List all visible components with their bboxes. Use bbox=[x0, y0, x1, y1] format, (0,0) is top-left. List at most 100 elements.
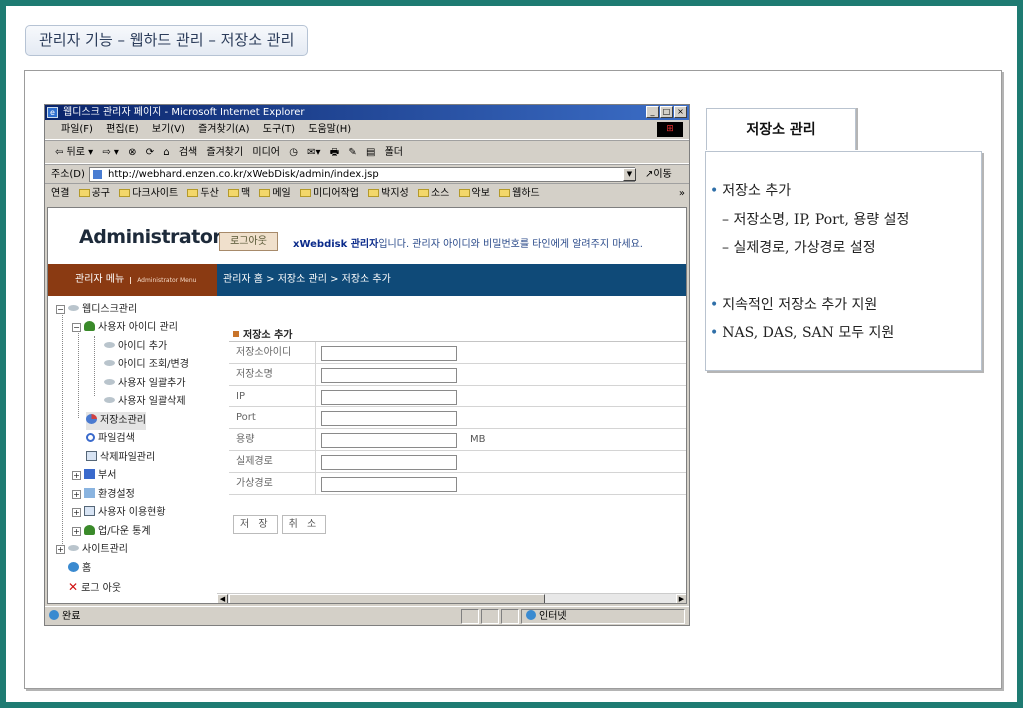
refresh-icon[interactable]: ⟳ bbox=[146, 147, 154, 158]
minimize-button[interactable]: _ bbox=[646, 106, 659, 118]
real-path-input[interactable] bbox=[321, 454, 457, 470]
tree-item-webdisk[interactable]: − 웹디스크관리 bbox=[56, 301, 137, 319]
bullet-text: 저장소 추가 bbox=[722, 183, 792, 199]
link-item[interactable]: 악보 bbox=[458, 188, 490, 199]
logout-button[interactable]: 로그아웃 bbox=[219, 232, 278, 251]
tree-item-settings[interactable]: + 환경설정 bbox=[72, 486, 135, 504]
folder-icon bbox=[458, 189, 470, 197]
tree-connector bbox=[62, 310, 63, 554]
folders-button[interactable]: 폴더 bbox=[385, 147, 403, 158]
favorites-button[interactable]: 즐겨찾기 bbox=[206, 147, 243, 158]
tree-item-user-bulk-add[interactable]: 사용자 일괄추가 bbox=[104, 375, 186, 393]
link-item[interactable]: 두산 bbox=[187, 188, 219, 199]
field-label: IP bbox=[229, 385, 316, 407]
tree-item-site-mgmt[interactable]: + 사이트관리 bbox=[56, 541, 128, 559]
chevron-right-icon[interactable]: » bbox=[679, 184, 685, 204]
status-cell bbox=[481, 609, 499, 624]
go-button[interactable]: ↗이동 bbox=[645, 165, 672, 184]
port-input[interactable] bbox=[321, 411, 457, 427]
disk-icon bbox=[68, 305, 79, 311]
tree-item-department[interactable]: + 부서 bbox=[72, 467, 116, 485]
tree-item-logout[interactable]: ✕ 로그 아웃 bbox=[68, 578, 121, 596]
collapse-icon[interactable]: − bbox=[56, 305, 65, 314]
form-row-ip: IP bbox=[229, 385, 686, 408]
media-button[interactable]: 미디어 bbox=[252, 147, 280, 158]
storage-id-input[interactable] bbox=[321, 346, 457, 361]
tree-label: 아이디 추가 bbox=[118, 341, 168, 352]
folder-icon bbox=[299, 189, 311, 197]
tree-item-user-id-mgmt[interactable]: − 사용자 아이디 관리 bbox=[72, 319, 178, 337]
bullet-text: 지속적인 저장소 추가 지원 bbox=[722, 297, 878, 313]
cancel-button[interactable]: 취 소 bbox=[281, 515, 327, 534]
address-bar: 주소(D) http://webhard.enzen.co.kr/xWebDis… bbox=[45, 164, 689, 183]
menu-edit[interactable]: 편집(E) bbox=[106, 124, 139, 135]
tree-item-user-bulk-delete[interactable]: 사용자 일괄삭제 bbox=[104, 393, 186, 411]
stop-icon[interactable]: ⊗ bbox=[128, 147, 136, 158]
link-item[interactable]: 소스 bbox=[417, 188, 449, 199]
horizontal-scrollbar[interactable]: ◀ ▶ bbox=[217, 593, 686, 603]
tree-item-storage-mgmt[interactable]: 저장소관리 bbox=[86, 412, 146, 430]
address-input[interactable]: http://webhard.enzen.co.kr/xWebDisk/admi… bbox=[89, 167, 635, 182]
close-button[interactable]: × bbox=[674, 106, 687, 118]
menu-help[interactable]: 도움말(H) bbox=[308, 124, 351, 135]
menu-view[interactable]: 보기(V) bbox=[152, 124, 185, 135]
tree-item-updown-stats[interactable]: + 업/다운 통계 bbox=[72, 523, 151, 541]
tree-item-user-usage[interactable]: + 사용자 이용현황 bbox=[72, 504, 166, 522]
close-icon: ✕ bbox=[68, 580, 79, 594]
menu-favorites[interactable]: 즐겨찾기(A) bbox=[198, 124, 249, 135]
link-item[interactable]: 미디어작업 bbox=[299, 188, 359, 199]
menu-bar: 파일(F) 편집(E) 보기(V) 즐겨찾기(A) 도구(T) 도움말(H) ⊞ bbox=[45, 120, 689, 140]
scroll-right-icon[interactable]: ▶ bbox=[676, 594, 686, 603]
link-item[interactable]: 맥 bbox=[227, 188, 250, 199]
form-buttons: 저 장 취 소 bbox=[233, 515, 327, 534]
mail-icon[interactable]: ✉▾ bbox=[307, 147, 320, 158]
capacity-input[interactable] bbox=[321, 433, 457, 449]
tree-item-id-view-change[interactable]: 아이디 조회/변경 bbox=[104, 356, 189, 374]
tree-item-deleted-files[interactable]: 삭제파일관리 bbox=[86, 449, 155, 467]
link-item[interactable]: 박지성 bbox=[368, 188, 409, 199]
document-icon bbox=[86, 451, 97, 461]
menu-tools[interactable]: 도구(T) bbox=[263, 124, 295, 135]
menu-file[interactable]: 파일(F) bbox=[61, 124, 93, 135]
scroll-left-icon[interactable]: ◀ bbox=[217, 594, 228, 603]
expand-icon[interactable]: + bbox=[72, 490, 81, 499]
maximize-button[interactable]: □ bbox=[660, 106, 673, 118]
link-item[interactable]: 다크사이트 bbox=[119, 188, 178, 199]
folder-icon bbox=[259, 189, 271, 197]
forward-button[interactable]: ⇨ ▾ bbox=[102, 147, 119, 158]
edit-icon[interactable]: ✎ bbox=[348, 147, 356, 158]
scroll-thumb[interactable] bbox=[229, 594, 545, 603]
expand-icon[interactable]: + bbox=[72, 508, 81, 517]
discuss-icon[interactable]: ▤ bbox=[366, 147, 375, 158]
expand-icon[interactable]: + bbox=[56, 545, 65, 554]
address-dropdown-icon[interactable]: ▼ bbox=[623, 168, 636, 181]
tree-label: 파일검색 bbox=[98, 433, 135, 444]
field-label: 실제경로 bbox=[229, 450, 316, 472]
link-item[interactable]: 웹하드 bbox=[499, 188, 540, 199]
expand-icon[interactable]: + bbox=[72, 471, 81, 480]
search-button[interactable]: 검색 bbox=[179, 147, 197, 158]
storage-name-input[interactable] bbox=[321, 367, 457, 383]
link-label: 웹하드 bbox=[512, 188, 540, 199]
link-item[interactable]: 메일 bbox=[259, 188, 291, 199]
ip-input[interactable] bbox=[321, 389, 457, 405]
admin-logo: Administrator bbox=[79, 226, 222, 248]
save-button[interactable]: 저 장 bbox=[233, 515, 278, 534]
expand-icon[interactable]: + bbox=[72, 527, 81, 536]
virtual-path-input[interactable] bbox=[321, 476, 457, 492]
history-icon[interactable]: ◷ bbox=[289, 147, 298, 158]
home-icon[interactable]: ⌂ bbox=[163, 147, 169, 158]
tree-item-home[interactable]: 홈 bbox=[68, 560, 91, 578]
tree-item-file-search[interactable]: 파일검색 bbox=[86, 430, 135, 448]
print-icon[interactable]: 🖶 bbox=[330, 147, 339, 158]
sidebar-header: 관리자 메뉴 Administrator Menu bbox=[48, 264, 217, 296]
tree-item-id-add[interactable]: 아이디 추가 bbox=[104, 338, 167, 356]
link-label: 두산 bbox=[200, 188, 219, 199]
collapse-icon[interactable]: − bbox=[72, 323, 81, 332]
back-button[interactable]: ⇦ 뒤로 ▾ bbox=[55, 147, 93, 158]
tree-connector bbox=[94, 336, 95, 396]
folder-icon bbox=[499, 189, 511, 197]
notice-message: 입니다. 관리자 아이디와 비밀번호를 타인에게 알려주지 마세요. bbox=[378, 239, 643, 250]
link-item[interactable]: 공구 bbox=[78, 188, 110, 199]
form-row-capacity: 용량 MB bbox=[229, 429, 686, 451]
